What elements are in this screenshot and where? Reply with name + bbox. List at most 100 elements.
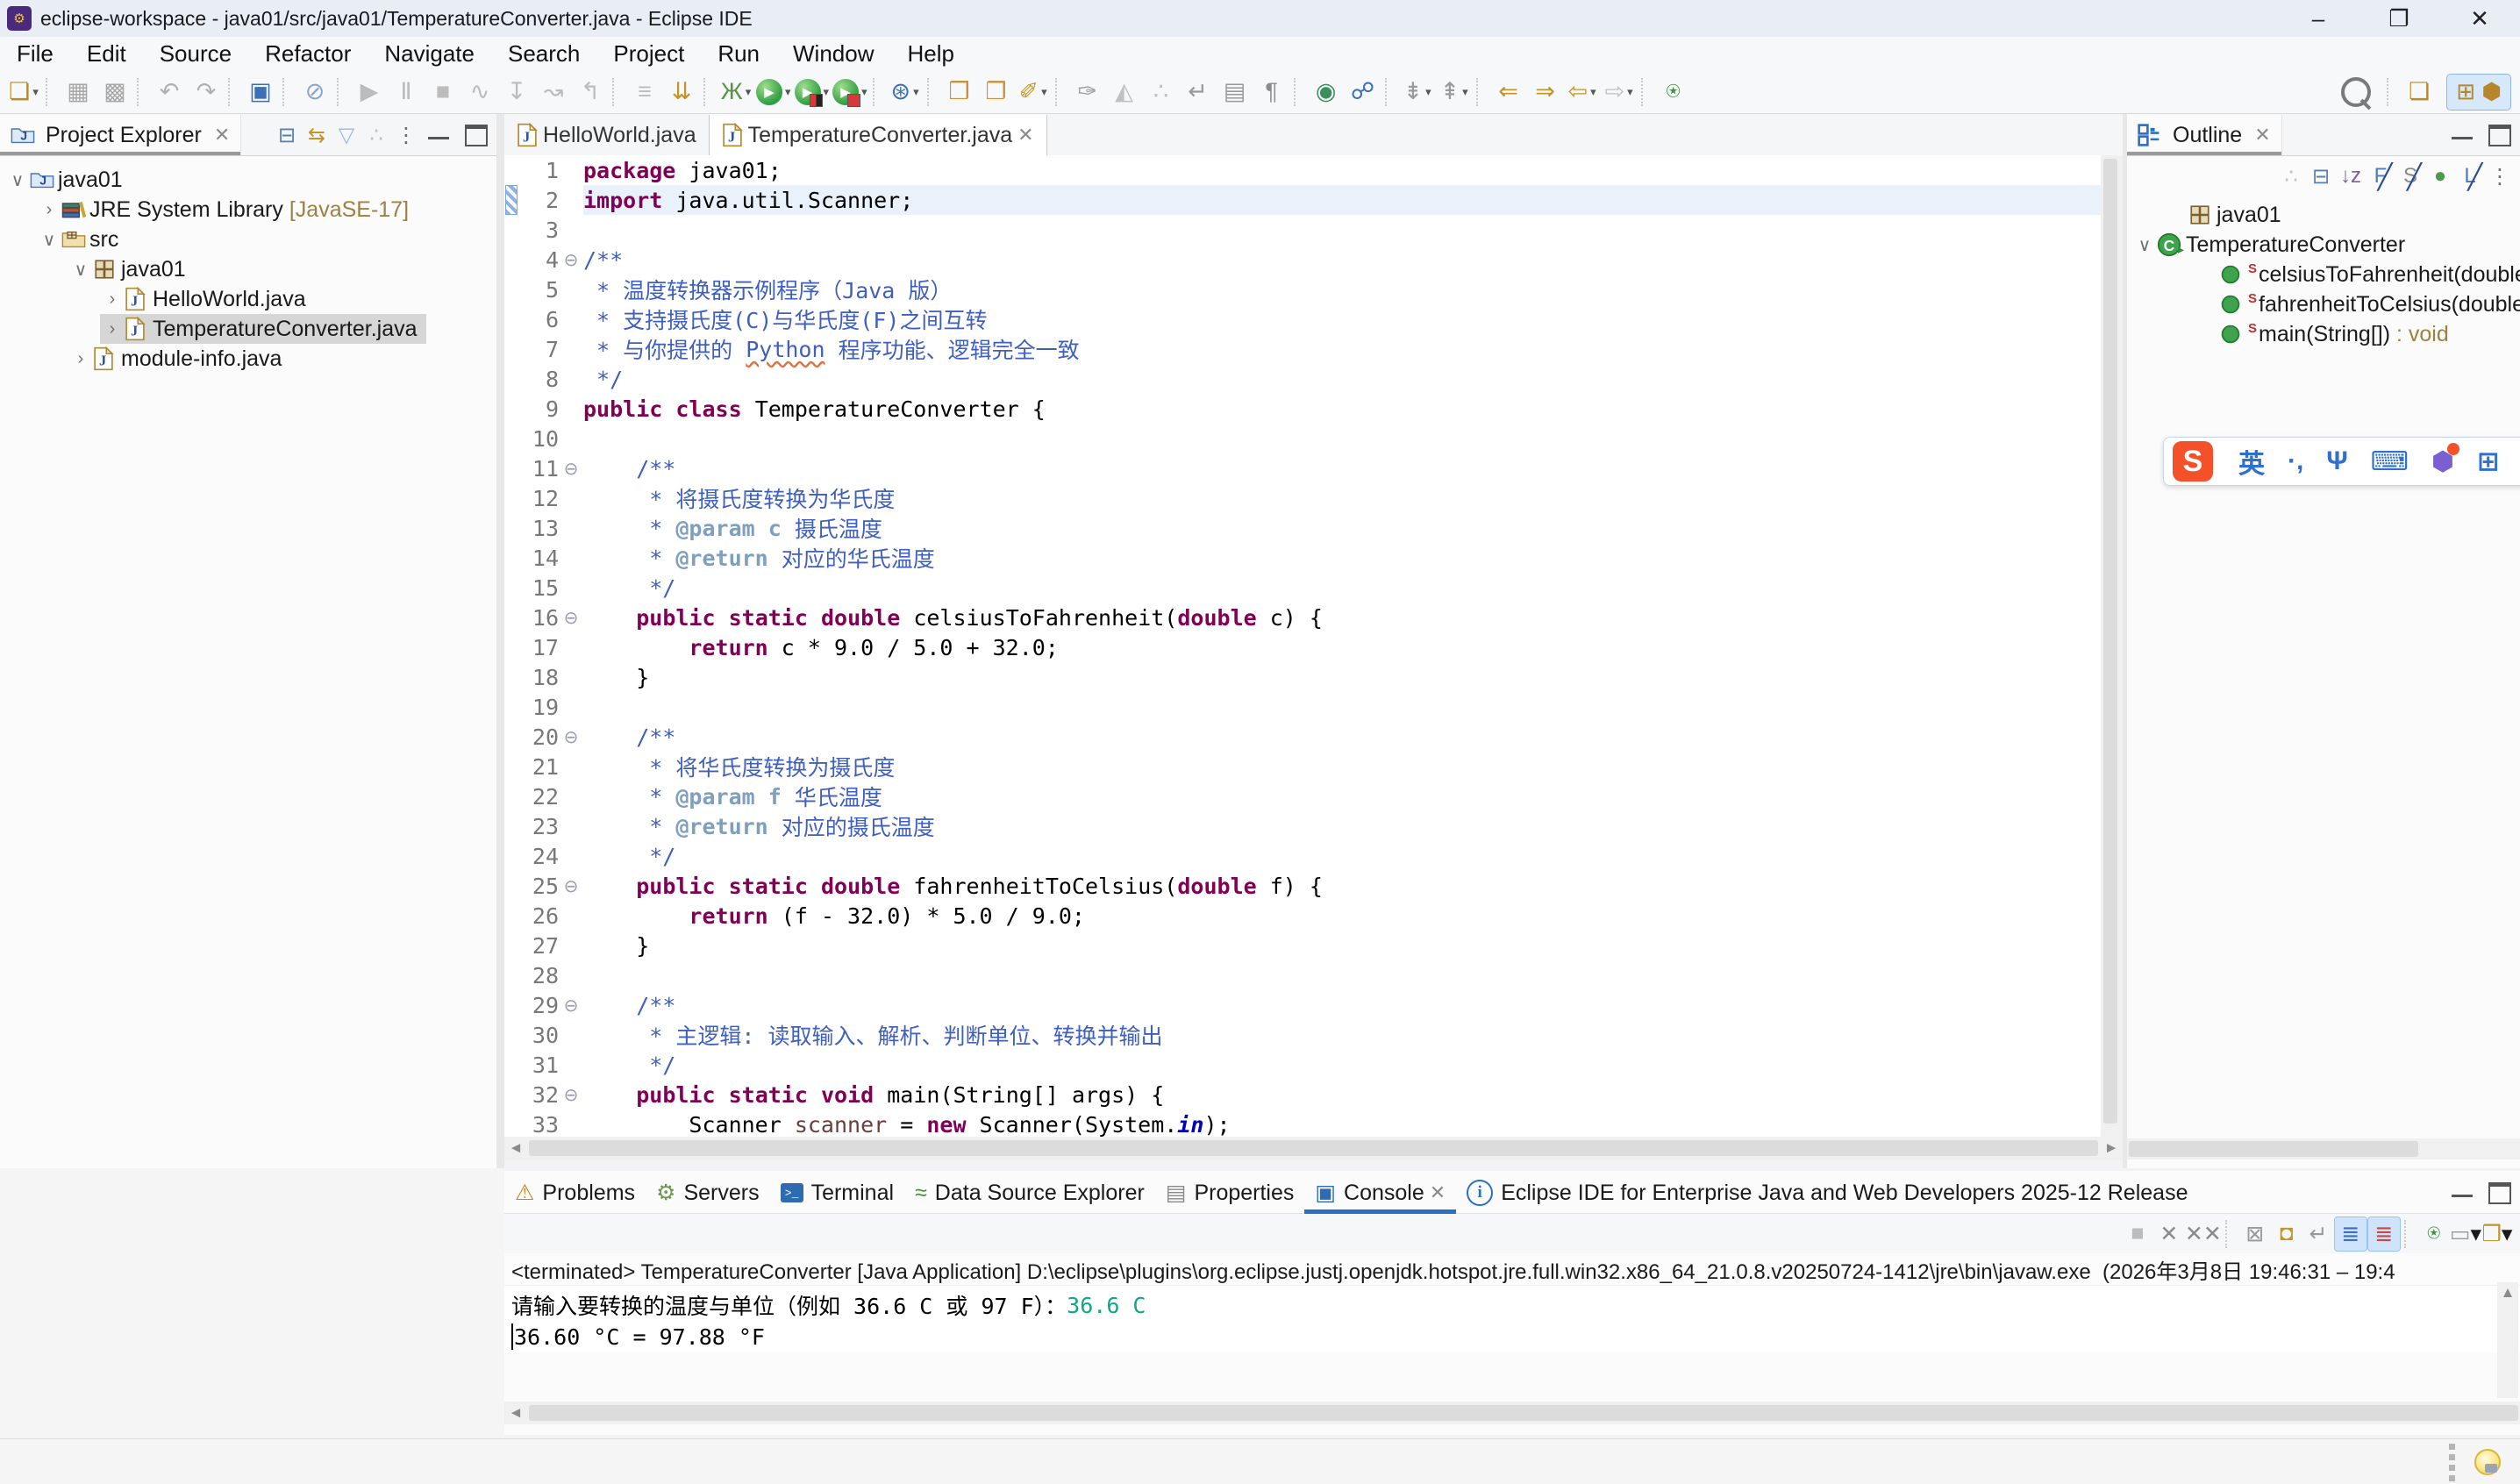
code-text[interactable]: import java.util.Scanner; [583, 185, 2101, 215]
expander-icon[interactable]: › [37, 200, 61, 220]
code-line[interactable]: 23 * @return 对应的摄氏温度 [504, 811, 2101, 841]
explorer-collapse-icon[interactable]: ⊟ [272, 120, 302, 150]
bottom-tab-terminal[interactable]: >_Terminal [770, 1173, 904, 1213]
close-button[interactable]: ✕ [2439, 0, 2520, 37]
toolbar-browser-icon[interactable]: ◉ [1308, 75, 1345, 110]
code-line[interactable]: 2import java.util.Scanner; [504, 185, 2101, 215]
code-line[interactable]: 18 } [504, 662, 2101, 692]
sogou-logo-icon[interactable]: S [2173, 441, 2213, 482]
code-line[interactable]: 32⊖ public static void main(String[] arg… [504, 1080, 2101, 1109]
scroll-up-icon[interactable]: ▲ [2497, 1284, 2518, 1302]
expander-icon[interactable]: ∨ [5, 169, 30, 191]
code-text[interactable]: * 与你提供的 Python 程序功能、逻辑完全一致 [583, 334, 2101, 364]
code-text[interactable]: * @param f 华氏温度 [583, 781, 2101, 811]
toolbar-next-edit-icon[interactable]: ⇒ [1527, 75, 1564, 110]
code-line[interactable]: 20⊖ /** [504, 722, 2101, 752]
dropdown-arrow-icon[interactable]: ▾ [2470, 1221, 2481, 1247]
code-text[interactable]: * @return 对应的华氏温度 [583, 543, 2101, 573]
dropdown-arrow-icon[interactable]: ▾ [2502, 1221, 2513, 1247]
console-horizontal-scrollbar[interactable]: ◄ [504, 1402, 2520, 1424]
outline-fields-icon[interactable]: F [2366, 161, 2395, 191]
code-editor[interactable]: 1package java01;2import java.util.Scanne… [504, 155, 2101, 1137]
close-icon[interactable]: ✕ [2254, 124, 2270, 146]
code-text[interactable]: } [583, 931, 2101, 960]
fold-icon[interactable]: ⊖ [559, 458, 583, 480]
code-text[interactable]: } [583, 662, 2101, 692]
mic-icon[interactable]: Ψ [2326, 446, 2347, 476]
code-line[interactable]: 19 [504, 692, 2101, 722]
code-line[interactable]: 27 } [504, 931, 2101, 960]
explorer-item-module-info-java[interactable]: ›Jmodule-info.java [68, 344, 290, 374]
code-line[interactable]: 24 */ [504, 841, 2101, 871]
toolbar-open-console-icon[interactable]: ▣ [242, 75, 279, 110]
toolbar-step-return-icon[interactable]: ↰ [572, 75, 609, 110]
toolbar-next-annot-icon[interactable]: ⇟▾ [1399, 75, 1436, 110]
console-stderr-icon[interactable]: ≣ [2367, 1216, 2401, 1252]
ime-punctuation-mode[interactable]: ·, [2288, 446, 2303, 476]
outline-item-main-string[interactable]: Smain(String[]) : void [2195, 319, 2458, 349]
dropdown-arrow-icon[interactable]: ▾ [1627, 85, 1633, 99]
toolbar-highlight-icon[interactable]: ✐▾ [1015, 75, 1052, 110]
minimize-button[interactable]: – [2278, 0, 2359, 37]
close-icon[interactable]: ✕ [1017, 124, 1033, 146]
code-text[interactable] [583, 960, 2101, 990]
code-text[interactable]: public static double celsiusToFahrenheit… [583, 603, 2101, 632]
code-text[interactable]: public static double fahrenheitToCelsius… [583, 871, 2101, 901]
fold-icon[interactable]: ⊖ [559, 607, 583, 629]
console-open-icon[interactable]: ❒▾ [2481, 1217, 2513, 1251]
console-display-icon[interactable]: ▭▾ [2450, 1217, 2481, 1251]
code-line[interactable]: 28 [504, 960, 2101, 990]
bottom-tab-problems[interactable]: ⚠Problems [504, 1173, 646, 1213]
console-remove-all-icon[interactable]: ✕✕ [2185, 1217, 2222, 1251]
code-text[interactable]: * 温度转换器示例程序（Java 版） [583, 275, 2101, 304]
fold-icon[interactable]: ⊖ [559, 875, 583, 897]
explorer-item-java01[interactable]: ∨java01 [68, 254, 195, 284]
bottom-tab-data-source-explorer[interactable]: ≈Data Source Explorer [904, 1173, 1155, 1213]
expander-icon[interactable]: ∨ [37, 229, 61, 251]
explorer-filter-icon[interactable]: ▽ [332, 120, 361, 150]
code-line[interactable]: 30 * 主逻辑: 读取输入、解析、判断单位、转换并输出 [504, 1020, 2101, 1050]
outline-people-icon[interactable]: ∴ [2276, 161, 2306, 191]
expander-icon[interactable]: › [100, 289, 125, 310]
code-line[interactable]: 4⊖/** [504, 245, 2101, 275]
explorer-item-java01[interactable]: ∨Jjava01 [5, 165, 132, 195]
code-text[interactable]: /** [583, 453, 2101, 483]
explorer-menu-icon[interactable]: ⋮ [391, 120, 421, 150]
code-text[interactable]: * 将摄氏度转换为华氏度 [583, 483, 2101, 513]
minimize-view-icon[interactable] [2452, 1189, 2473, 1197]
dropdown-arrow-icon[interactable]: ▾ [1462, 85, 1468, 99]
menu-item-help[interactable]: Help [891, 40, 971, 68]
explorer-item-src[interactable]: ∨src [37, 225, 127, 254]
toolbar-debug-icon[interactable]: Ж▾ [717, 75, 754, 110]
code-line[interactable]: 15 */ [504, 573, 2101, 603]
toolbar-step-over-icon[interactable]: ↝ [535, 75, 572, 110]
close-icon[interactable]: ✕ [1430, 1181, 1446, 1204]
code-line[interactable]: 14 * @return 对应的华氏温度 [504, 543, 2101, 573]
toolbar-last-edit-icon[interactable]: ⇐ [1490, 75, 1527, 110]
code-text[interactable]: return c * 9.0 / 5.0 + 32.0; [583, 632, 2101, 662]
explorer-people-icon[interactable]: ∴ [361, 120, 391, 150]
perspective-javaee-button[interactable]: ⊞ ⬢ [2446, 74, 2511, 111]
expander-icon[interactable]: › [100, 319, 125, 339]
code-line[interactable]: 29⊖ /** [504, 990, 2101, 1020]
explorer-item-jre-system-library[interactable]: ›JRE System Library [JavaSE-17] [37, 195, 418, 225]
code-line[interactable]: 22 * @param f 华氏温度 [504, 781, 2101, 811]
explorer-item-helloworld-java[interactable]: ›JHelloWorld.java [100, 284, 315, 314]
menu-item-source[interactable]: Source [143, 40, 248, 68]
code-line[interactable]: 25⊖ public static double fahrenheitToCel… [504, 871, 2101, 901]
code-text[interactable]: */ [583, 364, 2101, 394]
code-text[interactable]: public class TemperatureConverter { [583, 394, 2101, 424]
menu-item-project[interactable]: Project [596, 40, 701, 68]
console-pin-icon[interactable]: ⍟ [2418, 1217, 2450, 1251]
scroll-right-icon[interactable]: ► [2100, 1139, 2123, 1157]
toolbar-step-filters-icon[interactable]: ⇊ [663, 75, 700, 110]
toolbar-create-snippet-icon[interactable]: ✑ [1069, 75, 1106, 110]
code-line[interactable]: 5 * 温度转换器示例程序（Java 版） [504, 275, 2101, 304]
expander-icon[interactable]: › [68, 349, 93, 369]
toolbar-redo-icon[interactable]: ↷ [188, 75, 225, 110]
code-line[interactable]: 16⊖ public static double celsiusToFahren… [504, 603, 2101, 632]
code-line[interactable]: 7 * 与你提供的 Python 程序功能、逻辑完全一致 [504, 334, 2101, 364]
code-line[interactable]: 10 [504, 424, 2101, 453]
code-text[interactable] [583, 424, 2101, 453]
search-icon[interactable] [2341, 77, 2371, 107]
